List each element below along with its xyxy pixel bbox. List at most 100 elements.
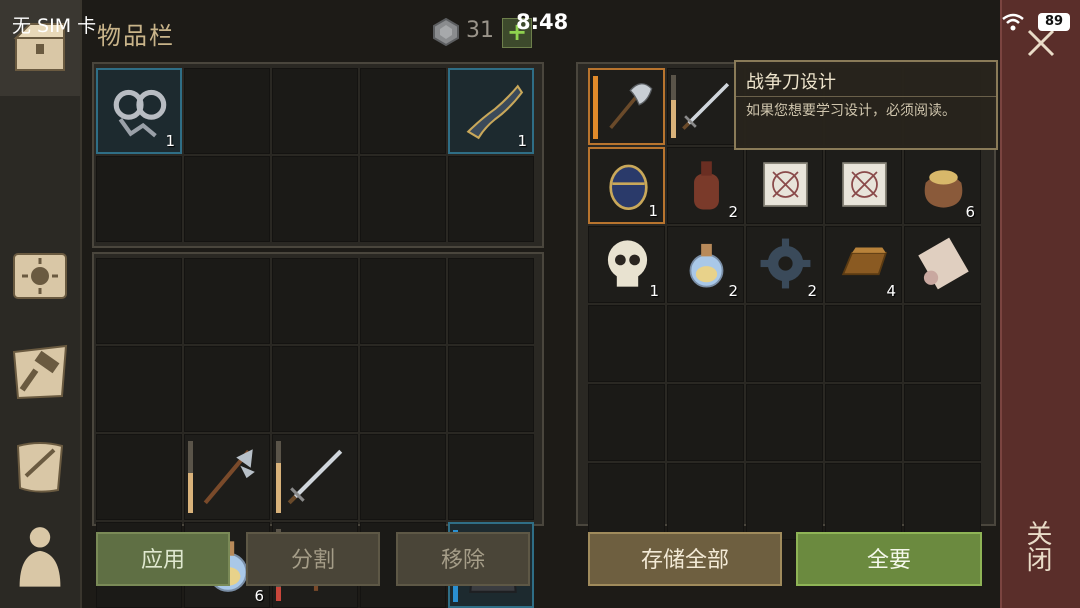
item-slot[interactable] xyxy=(272,434,358,520)
empty-slot[interactable] xyxy=(667,463,744,540)
empty-slot[interactable] xyxy=(667,305,744,382)
skull-icon xyxy=(607,240,648,287)
item-slot[interactable]: 2 xyxy=(746,226,823,303)
halberd-icon xyxy=(203,449,255,505)
sword-icon xyxy=(287,449,343,505)
scroll-icon xyxy=(918,237,969,290)
blueprint-icon xyxy=(842,162,887,207)
empty-slot[interactable] xyxy=(184,258,270,344)
item-slot[interactable]: 2 xyxy=(667,226,744,303)
item-count: 1 xyxy=(517,132,527,150)
durability-bar xyxy=(188,441,193,513)
empty-slot[interactable] xyxy=(360,156,446,242)
empty-slot[interactable] xyxy=(360,68,446,154)
item-count: 2 xyxy=(728,203,738,221)
empty-slot[interactable] xyxy=(825,305,902,382)
empty-slot[interactable] xyxy=(360,258,446,344)
remove-button[interactable]: 移除 xyxy=(396,532,530,586)
item-slot[interactable] xyxy=(588,68,665,145)
empty-slot[interactable] xyxy=(448,346,534,432)
tooltip-description: 如果您想要学习设计，必须阅读。 xyxy=(746,103,956,119)
empty-slot[interactable] xyxy=(96,258,182,344)
item-slot[interactable] xyxy=(904,226,981,303)
empty-slot[interactable] xyxy=(272,346,358,432)
sidebar xyxy=(0,0,82,608)
empty-slot[interactable] xyxy=(272,156,358,242)
empty-slot[interactable] xyxy=(588,305,665,382)
empty-slot[interactable] xyxy=(184,68,270,154)
item-slot[interactable]: 1 xyxy=(448,68,534,154)
sack-icon xyxy=(924,170,963,208)
empty-slot[interactable] xyxy=(360,434,446,520)
potion-icon xyxy=(689,243,724,288)
empty-slot[interactable] xyxy=(904,463,981,540)
item-count: 2 xyxy=(807,282,817,300)
character-icon[interactable] xyxy=(6,522,74,590)
battery-indicator: 89 xyxy=(1038,13,1070,31)
empty-slot[interactable] xyxy=(448,434,534,520)
empty-slot[interactable] xyxy=(667,384,744,461)
empty-slot[interactable] xyxy=(272,258,358,344)
durability-bar xyxy=(671,75,676,138)
empty-slot[interactable] xyxy=(96,346,182,432)
item-slot[interactable]: 4 xyxy=(825,226,902,303)
carrier-label: 无 SIM 卡 xyxy=(12,15,97,37)
empty-slot[interactable] xyxy=(825,384,902,461)
bottle-icon xyxy=(694,161,719,210)
item-slot[interactable]: 1 xyxy=(588,147,665,224)
item-slot[interactable] xyxy=(184,434,270,520)
empty-slot[interactable] xyxy=(184,346,270,432)
empty-slot[interactable] xyxy=(96,434,182,520)
hammer-map-icon[interactable] xyxy=(6,338,74,406)
empty-slot[interactable] xyxy=(588,384,665,461)
empty-slot[interactable] xyxy=(746,305,823,382)
item-slot[interactable]: 1 xyxy=(588,226,665,303)
split-button[interactable]: 分割 xyxy=(246,532,380,586)
store-all-button[interactable]: 存储全部 xyxy=(588,532,782,586)
item-slot[interactable] xyxy=(667,68,744,145)
item-count: 4 xyxy=(886,282,896,300)
empty-slot[interactable] xyxy=(448,258,534,344)
battle-axe-icon xyxy=(609,83,653,130)
shackles-icon xyxy=(113,89,167,138)
item-slot[interactable]: 6 xyxy=(904,147,981,224)
empty-slot[interactable] xyxy=(184,156,270,242)
item-count: 1 xyxy=(648,202,658,220)
item-tooltip: 战争刀设计 如果您想要学习设计，必须阅读。 xyxy=(734,60,998,150)
gear-icon xyxy=(760,238,811,289)
empty-slot[interactable] xyxy=(825,463,902,540)
inventory-grid: 11 xyxy=(96,68,534,242)
item-slot[interactable] xyxy=(746,147,823,224)
ingot-icon xyxy=(841,247,888,276)
clock: 8:48 xyxy=(516,10,569,34)
empty-slot[interactable] xyxy=(272,68,358,154)
tooltip-title: 战争刀设计 xyxy=(746,72,836,93)
item-count: 6 xyxy=(254,587,264,605)
blueprint-icon xyxy=(763,162,808,207)
item-count: 1 xyxy=(649,282,659,300)
item-count: 6 xyxy=(965,203,975,221)
empty-slot[interactable] xyxy=(904,384,981,461)
take-all-button[interactable]: 全要 xyxy=(796,532,982,586)
item-slot[interactable]: 2 xyxy=(667,147,744,224)
durability-bar xyxy=(276,441,281,513)
close-panel[interactable] xyxy=(1000,0,1080,608)
crossbow-stock-icon xyxy=(466,84,524,140)
empty-slot[interactable] xyxy=(96,156,182,242)
durability-bar xyxy=(593,76,598,139)
sun-book-icon[interactable] xyxy=(6,242,74,310)
quill-scroll-icon[interactable] xyxy=(6,432,74,500)
empty-slot[interactable] xyxy=(904,305,981,382)
close-button[interactable]: 关闭 xyxy=(1022,520,1056,572)
apply-button[interactable]: 应用 xyxy=(96,532,230,586)
item-slot[interactable]: 1 xyxy=(96,68,182,154)
empty-slot[interactable] xyxy=(360,346,446,432)
tooltip-divider xyxy=(736,96,996,97)
item-slot[interactable] xyxy=(825,147,902,224)
empty-slot[interactable] xyxy=(588,463,665,540)
item-count: 2 xyxy=(728,282,738,300)
empty-slot[interactable] xyxy=(746,463,823,540)
status-bar: 无 SIM 卡 8:48 89 xyxy=(0,0,1080,44)
empty-slot[interactable] xyxy=(448,156,534,242)
empty-slot[interactable] xyxy=(746,384,823,461)
